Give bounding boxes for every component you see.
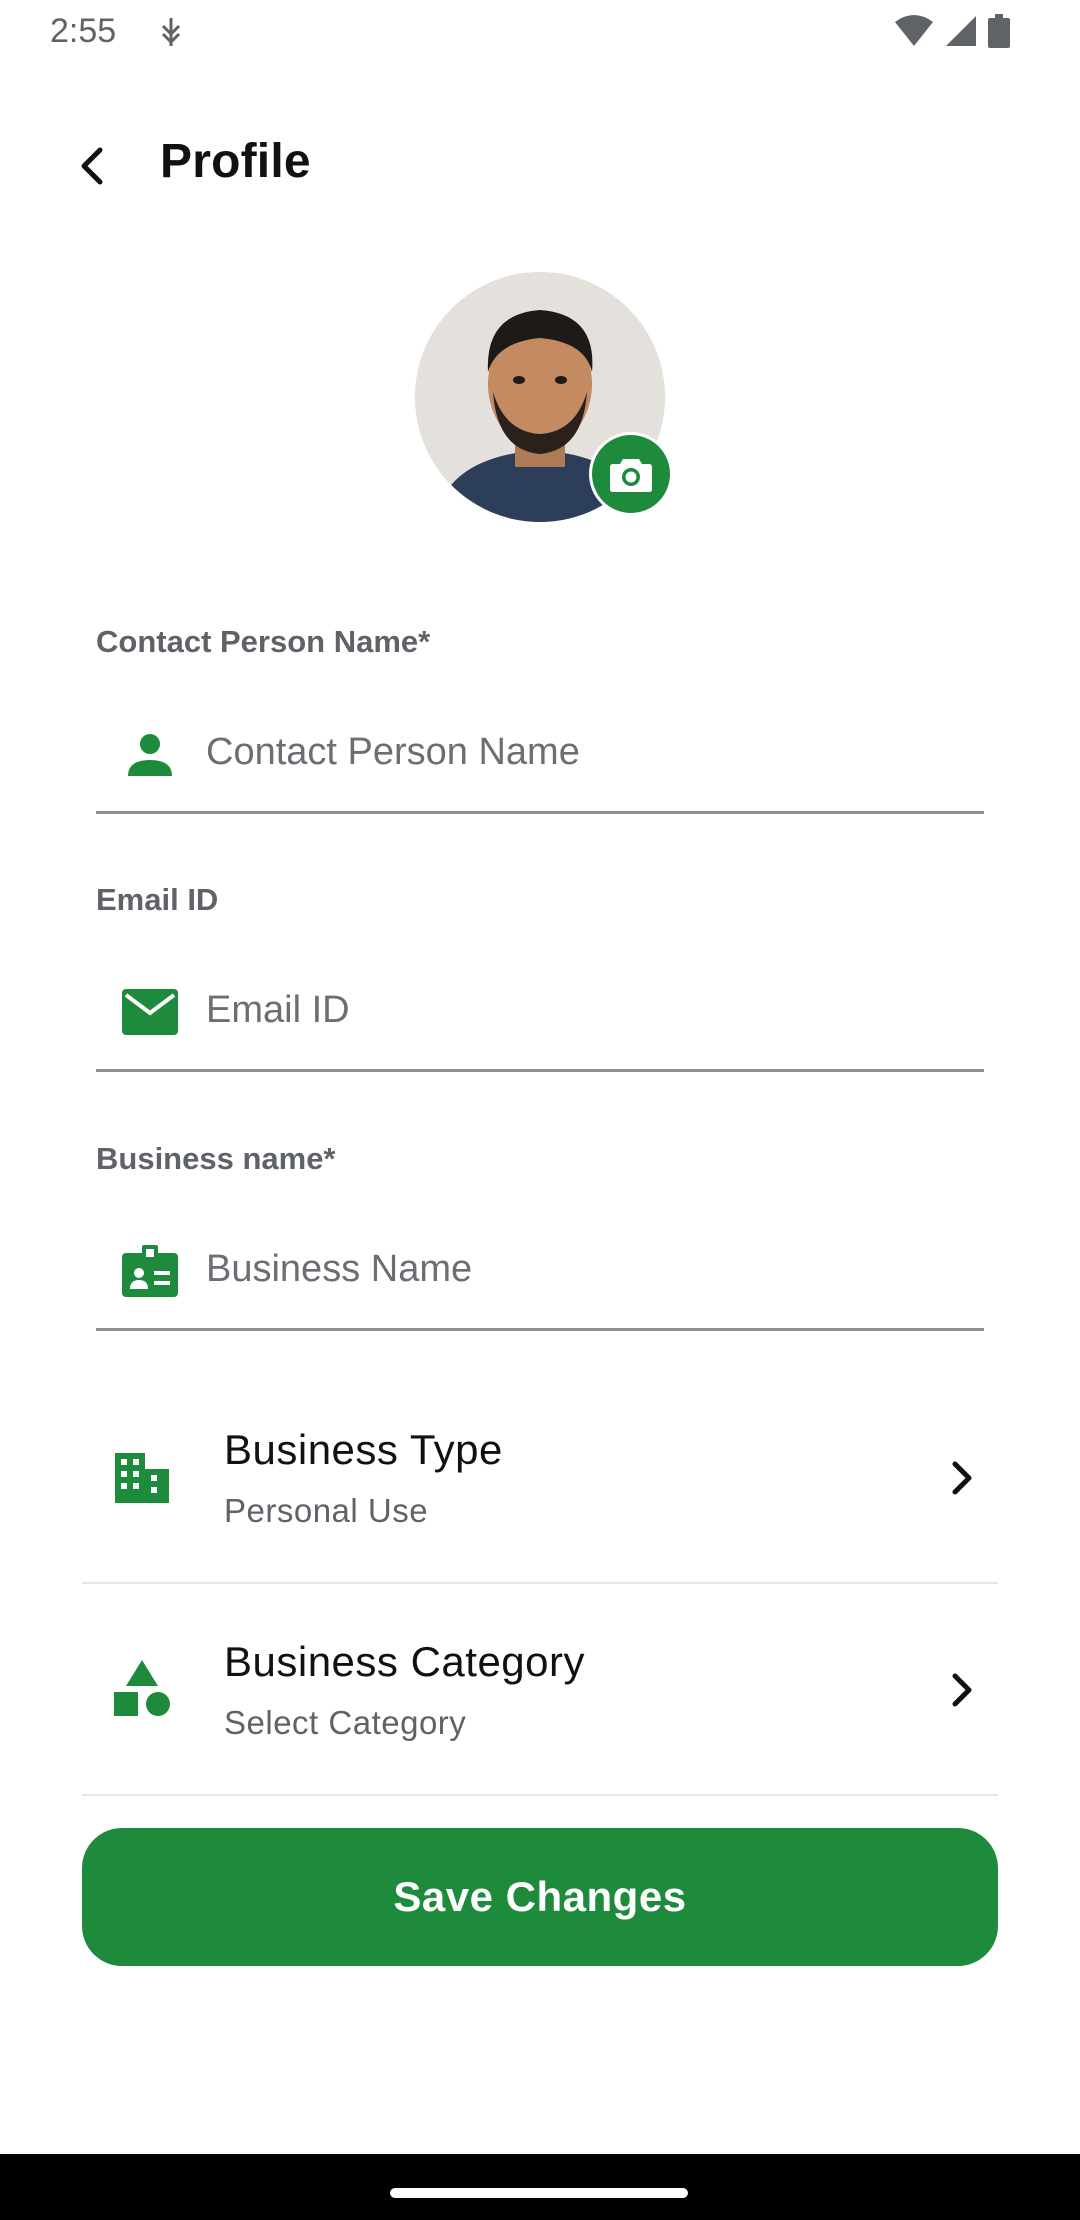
business-category-value: Select Category xyxy=(224,1704,467,1741)
chevron-right-icon xyxy=(938,1666,986,1714)
business-name-input[interactable] xyxy=(206,1237,966,1301)
status-time: 2:55 xyxy=(50,12,117,50)
save-changes-button[interactable]: Save Changes xyxy=(82,1828,998,1966)
business-category-item[interactable]: Business Category Select Category xyxy=(82,1586,998,1796)
home-gesture-handle[interactable] xyxy=(390,2188,688,2198)
app-bar: Profile xyxy=(0,120,1080,204)
camera-icon xyxy=(610,459,652,492)
contact-person-name-input[interactable] xyxy=(206,720,966,784)
person-icon xyxy=(122,726,178,782)
business-type-value: Personal Use xyxy=(224,1492,429,1529)
category-shapes-icon xyxy=(112,1658,172,1718)
status-bar: 2:55 xyxy=(0,0,1080,64)
page-title: Profile xyxy=(160,135,311,188)
chevron-right-icon xyxy=(938,1454,986,1502)
business-type-title: Business Type xyxy=(224,1426,503,1473)
business-name-row xyxy=(96,1223,984,1331)
battery-icon xyxy=(988,14,1010,48)
business-category-title: Business Category xyxy=(224,1638,586,1685)
contact-person-name-row xyxy=(96,706,984,814)
profile-avatar-section xyxy=(415,272,673,522)
business-type-item[interactable]: Business Type Personal Use xyxy=(82,1374,998,1584)
wifi-icon xyxy=(895,15,933,46)
badge-icon xyxy=(122,1243,178,1299)
building-icon xyxy=(112,1446,172,1506)
signal-icon xyxy=(946,16,976,46)
mail-icon xyxy=(122,984,178,1040)
navigation-bar xyxy=(0,2154,1080,2220)
status-icons xyxy=(894,14,1010,48)
email-id-row xyxy=(96,964,984,1072)
contact-person-name-label: Contact Person Name* xyxy=(96,624,431,659)
change-photo-button[interactable] xyxy=(589,432,673,516)
back-button[interactable] xyxy=(62,134,126,198)
arrow-back-icon xyxy=(81,147,103,185)
business-name-label: Business name* xyxy=(96,1141,336,1176)
usb-debug-icon xyxy=(161,18,181,46)
email-id-input[interactable] xyxy=(206,978,966,1042)
email-id-label: Email ID xyxy=(96,882,219,917)
